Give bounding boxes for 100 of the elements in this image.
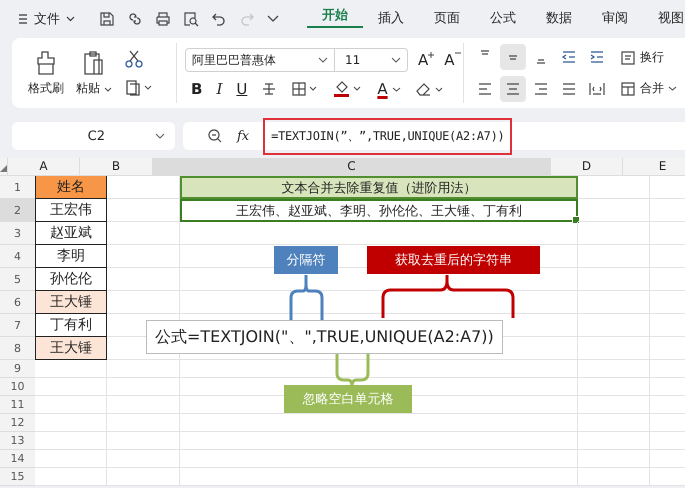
table-cell: 丁有利 <box>35 314 107 337</box>
alignment-button[interactable] <box>500 76 526 102</box>
callout-label: 分隔符 <box>274 246 338 274</box>
plus-icon <box>428 52 434 58</box>
row-header[interactable]: 2 <box>0 199 35 222</box>
row-header[interactable]: 8 <box>0 337 35 360</box>
empty-cell <box>578 268 650 291</box>
align-icon <box>561 82 577 96</box>
chevron-icon <box>318 57 328 63</box>
ribbon-tab[interactable]: 页面 <box>419 4 475 34</box>
chevron-icon[interactable] <box>267 15 279 23</box>
eraser-icon[interactable] <box>414 81 445 97</box>
row-header[interactable]: 1 <box>0 176 35 199</box>
row-header[interactable]: 13 <box>0 432 35 450</box>
empty-cell <box>578 291 650 314</box>
empty-cell <box>578 314 650 337</box>
zoom-out-icon[interactable] <box>207 128 223 144</box>
menu-icon <box>18 13 28 25</box>
curly-brace <box>290 274 324 320</box>
empty-cell <box>578 432 650 450</box>
undo-icon[interactable] <box>211 11 227 27</box>
row-header[interactable]: 4 <box>0 245 35 268</box>
ribbon-tab[interactable]: 开始 <box>307 4 363 28</box>
function-button[interactable]: fx <box>237 128 250 144</box>
table-cell: 王大锤 <box>35 337 107 360</box>
align-icon <box>505 82 521 96</box>
wrap-text-button[interactable]: 换行 <box>620 49 677 66</box>
table-cell: 王宏伟 <box>35 199 107 222</box>
scissors-icon[interactable] <box>124 49 144 69</box>
callout-label: 获取去重后的字符串 <box>367 246 540 274</box>
print-preview-icon[interactable] <box>183 11 199 27</box>
paste-button[interactable]: 粘贴 <box>76 50 112 96</box>
row-header[interactable]: 7 <box>0 314 35 337</box>
empty-cell <box>578 378 650 396</box>
column-header[interactable]: E <box>622 158 685 175</box>
merge-cells-icon <box>620 80 636 96</box>
row-header[interactable]: 3 <box>0 222 35 245</box>
name-box[interactable]: C2 <box>12 122 175 150</box>
indent-icon <box>589 50 605 64</box>
column-header[interactable]: C <box>152 158 550 175</box>
table-cell: 李明 <box>35 245 107 268</box>
column-header[interactable]: D <box>550 158 622 175</box>
table-cell: 赵亚斌 <box>35 222 107 245</box>
minus-icon <box>454 52 461 54</box>
empty-cell <box>578 414 650 432</box>
empty-cell <box>578 450 650 468</box>
chevron-icon <box>104 86 112 92</box>
empty-cell <box>578 468 650 486</box>
callout-label: 忽略空白单元格 <box>284 385 412 413</box>
ribbon-tab[interactable]: 审阅 <box>587 4 643 34</box>
ribbon-tab[interactable]: 数据 <box>531 4 587 34</box>
italic-button[interactable]: I <box>216 80 222 98</box>
save-icon[interactable] <box>99 11 115 27</box>
borders-icon[interactable] <box>291 81 320 97</box>
column-header[interactable]: A <box>7 158 79 175</box>
select-all-icon[interactable] <box>0 165 7 172</box>
alignment-button[interactable] <box>500 44 526 70</box>
chevron-icon <box>392 86 401 92</box>
row-header[interactable]: 6 <box>0 291 35 314</box>
align-icon <box>508 54 518 60</box>
font-color-button[interactable]: A <box>377 80 401 98</box>
formula-callout: 公式=TEXTJOIN("、",TRUE,UNIQUE(A2:A7)) <box>146 320 503 354</box>
merge-cells-button[interactable]: 合并 <box>620 80 677 97</box>
table-cell: 姓名 <box>35 176 107 199</box>
row-header[interactable]: 14 <box>0 450 35 468</box>
align-icon <box>480 50 490 55</box>
ribbon-tab[interactable]: 公式 <box>475 4 531 34</box>
align-icon <box>589 82 605 96</box>
file-menu[interactable]: 文件 <box>18 10 75 28</box>
chevron-icon <box>668 86 677 91</box>
table-cell: 文本合并去除重复值（进阶用法） <box>180 176 578 199</box>
table-cell: 王大锤 <box>35 291 107 314</box>
strikethrough-icon[interactable] <box>261 81 278 97</box>
print-icon[interactable] <box>155 11 171 27</box>
align-icon <box>477 82 493 96</box>
row-header[interactable]: 12 <box>0 414 35 432</box>
table-cell: 王宏伟、赵亚斌、李明、孙伦伦、王大锤、丁有利 <box>180 199 578 222</box>
empty-cell <box>578 245 650 268</box>
row-header[interactable]: 15 <box>0 468 35 486</box>
ribbon-tab[interactable]: 插入 <box>363 4 419 34</box>
font-family-dropdown[interactable]: 阿里巴巴普惠体 11 <box>185 48 408 72</box>
align-icon <box>533 82 549 96</box>
decrease-font-size-button[interactable]: A <box>444 51 461 69</box>
ribbon-tab[interactable]: 视图 <box>643 4 685 34</box>
row-header[interactable]: 5 <box>0 268 35 291</box>
chevron-icon <box>155 133 165 139</box>
row-header[interactable]: 9 <box>0 360 35 378</box>
bold-button[interactable]: B <box>191 80 202 98</box>
underline-button[interactable]: U <box>236 80 248 98</box>
format-painter-button[interactable]: 格式刷 <box>28 50 64 96</box>
table-cell: 孙伦伦 <box>35 268 107 291</box>
formula-input[interactable]: =TEXTJOIN(”、”,TRUE,UNIQUE(A2:A7)) <box>263 118 512 154</box>
chain-icon[interactable] <box>127 11 143 27</box>
fill-color-icon[interactable] <box>333 80 364 98</box>
empty-cell <box>578 222 650 245</box>
empty-cell <box>578 337 650 360</box>
wrap-text-icon <box>620 50 636 66</box>
increase-font-size-button[interactable]: A <box>418 51 434 69</box>
row-header[interactable]: 11 <box>0 396 35 414</box>
row-header[interactable]: 10 <box>0 378 35 396</box>
